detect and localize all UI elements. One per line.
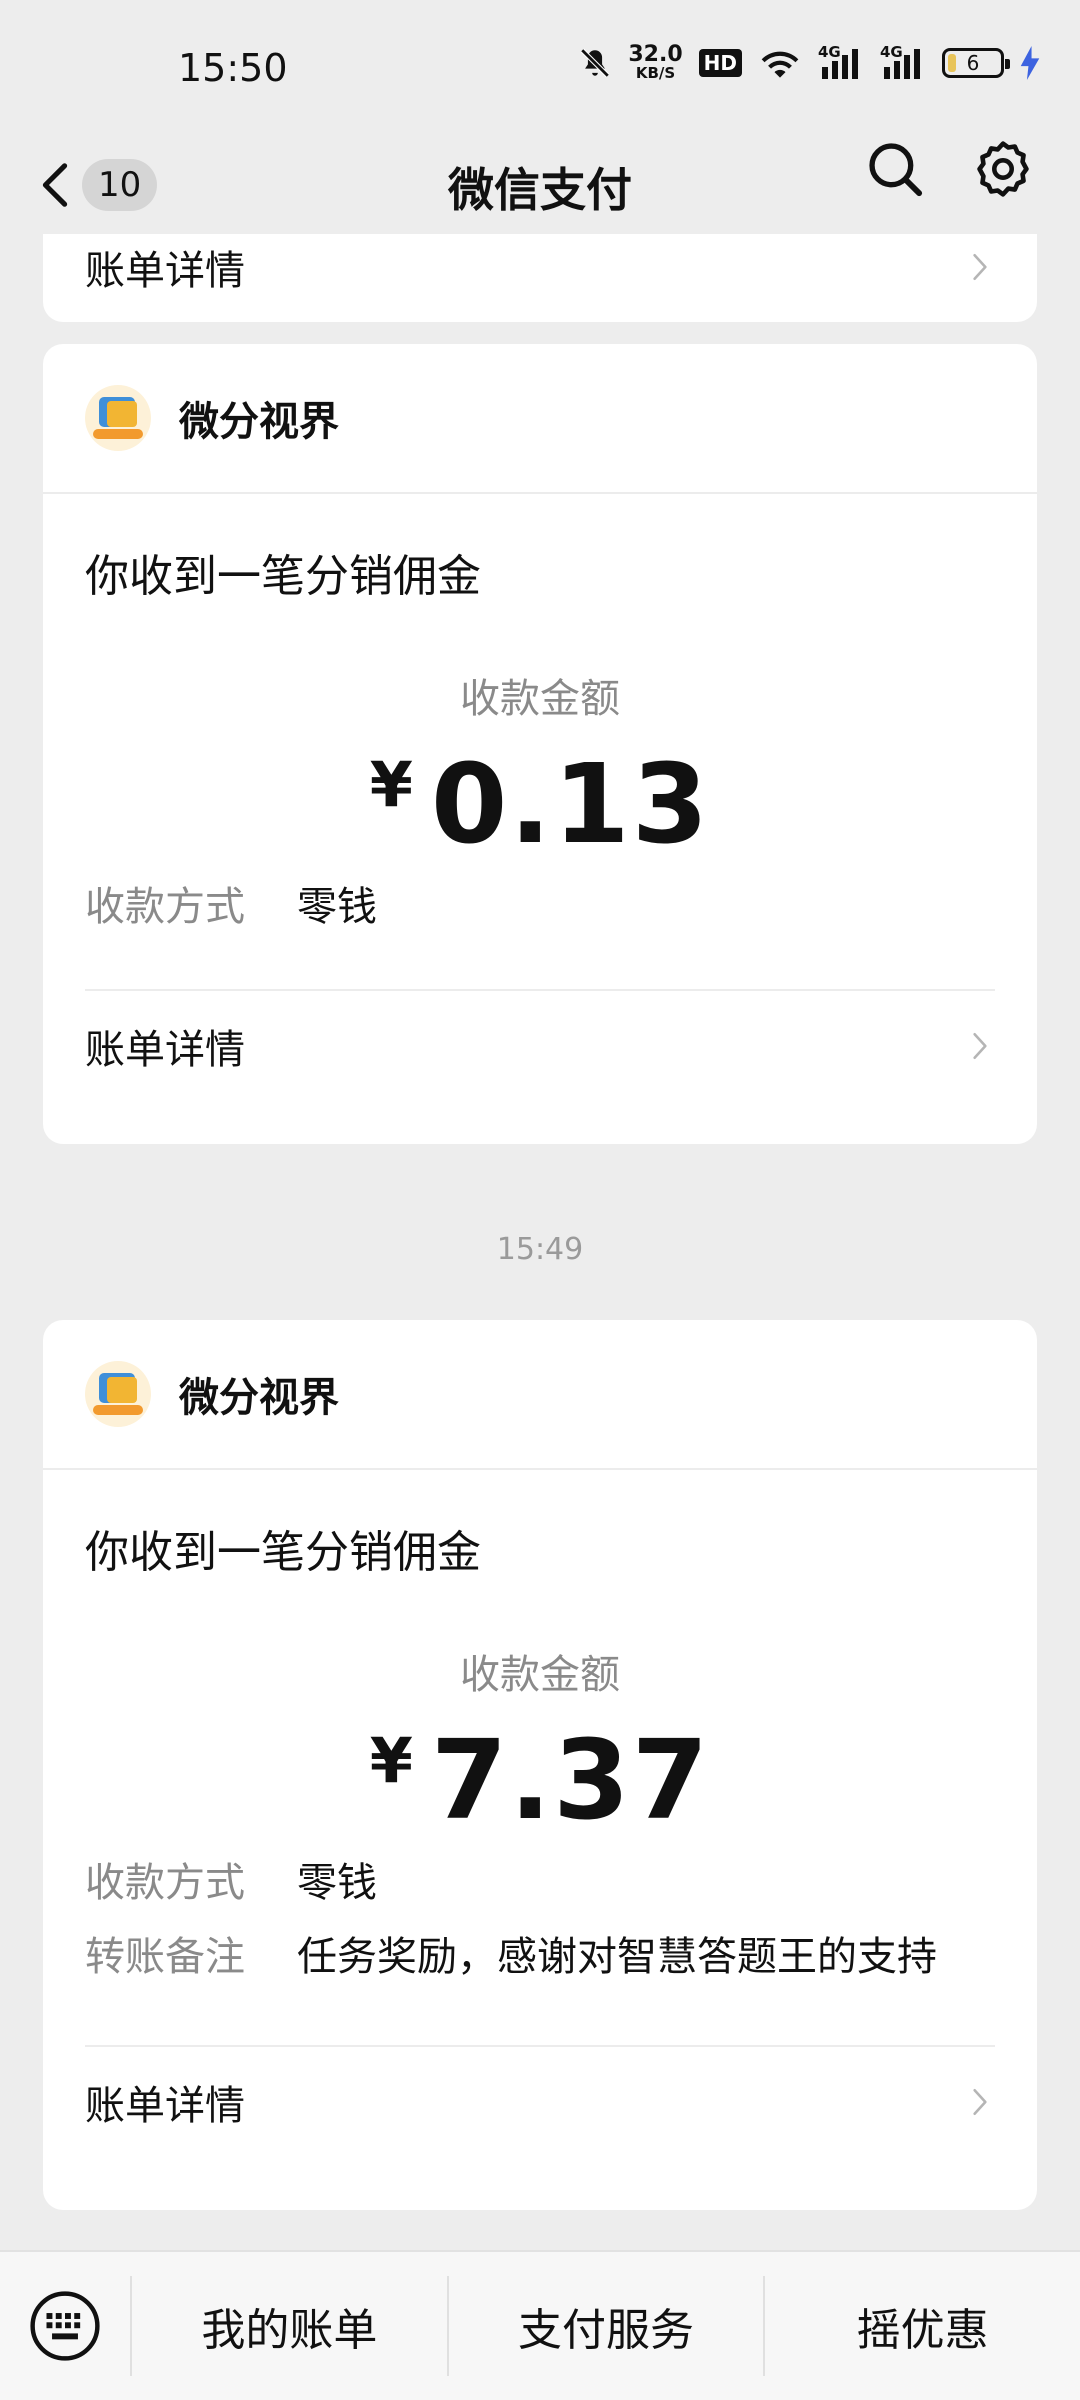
bill-detail-label: 账单详情 (85, 1027, 245, 1073)
hd-badge: HD (698, 48, 742, 77)
previous-message-card: 账单详情 (43, 234, 1037, 322)
signal-icon-2: 4G (880, 43, 926, 81)
net-speed: 32.0 KB/S (628, 44, 682, 81)
merchant-name: 微分视界 (179, 399, 339, 445)
mute-icon (580, 47, 610, 78)
card-header[interactable]: 微分视界 (43, 1320, 1037, 1470)
menu-shake-discounts[interactable]: 摇优惠 (763, 2276, 1080, 2376)
chevron-right-icon (973, 1032, 987, 1060)
charging-icon (1020, 45, 1040, 80)
keyboard-toggle-button[interactable] (0, 2289, 130, 2363)
transfer-note-value: 任务奖励，感谢对智慧答题王的支持 (297, 1934, 937, 1980)
amount-value: 0.13 (430, 740, 711, 868)
bill-detail-label: 账单详情 (85, 248, 245, 294)
payment-method-row: 收款方式 零钱 (85, 1853, 995, 1913)
amount: ¥0.13 (85, 744, 995, 865)
keyboard-icon (30, 2291, 100, 2361)
merchant-logo (85, 385, 151, 451)
payment-method-value: 零钱 (297, 1860, 377, 1906)
chevron-right-icon (973, 2088, 987, 2116)
message-title: 你收到一笔分销佣金 (85, 1527, 481, 1578)
net-speed-value: 32.0 (628, 42, 683, 67)
battery-level: 6 (966, 50, 980, 75)
status-icons: 32.0 KB/S HD 4G 4G 6 (578, 43, 1040, 81)
bill-detail-row[interactable]: 账单详情 (85, 991, 995, 1101)
bill-detail-row[interactable]: 账单详情 (85, 234, 995, 300)
net-speed-unit: KB/S (635, 64, 676, 82)
amount-label: 收款金额 (460, 1652, 620, 1698)
status-time: 15:50 (178, 46, 288, 90)
amount-label: 收款金额 (460, 676, 620, 722)
currency-symbol: ¥ (369, 1724, 415, 1797)
wifi-icon (761, 51, 799, 78)
bill-detail-row[interactable]: 账单详情 (85, 2047, 995, 2157)
merchant-logo (85, 1361, 151, 1427)
card-header[interactable]: 微分视界 (43, 344, 1037, 494)
transfer-note-row: 转账备注 任务奖励，感谢对智慧答题王的支持 (85, 1927, 995, 1987)
search-icon[interactable] (866, 140, 924, 198)
amount: ¥7.37 (85, 1720, 995, 1841)
payment-method-row: 收款方式 零钱 (85, 877, 995, 937)
merchant-name: 微分视界 (179, 1375, 339, 1421)
menu-payment-services[interactable]: 支付服务 (446, 2276, 764, 2376)
message-timestamp: 15:49 (496, 1232, 584, 1267)
battery-icon: 6 (942, 47, 1010, 78)
status-bar: 15:50 32.0 KB/S HD 4G 4G 6 (0, 0, 1080, 130)
amount-value: 7.37 (430, 1716, 711, 1844)
currency-symbol: ¥ (369, 748, 415, 821)
message-title: 你收到一笔分销佣金 (85, 551, 481, 602)
signal-icon: 4G (818, 43, 864, 81)
payment-message-card: 微分视界 你收到一笔分销佣金 收款金额 ¥7.37 收款方式 零钱 转账备注 任… (43, 1320, 1037, 2210)
payment-method-label: 收款方式 (85, 884, 245, 930)
transfer-note-label: 转账备注 (85, 1934, 245, 1980)
payment-message-card: 微分视界 你收到一笔分销佣金 收款金额 ¥0.13 收款方式 零钱 账单详情 (43, 344, 1037, 1144)
menu-my-bills[interactable]: 我的账单 (130, 2276, 447, 2376)
chevron-right-icon (973, 253, 987, 281)
payment-method-label: 收款方式 (85, 1860, 245, 1906)
bill-detail-label: 账单详情 (85, 2083, 245, 2129)
payment-method-value: 零钱 (297, 884, 377, 930)
settings-icon[interactable] (974, 140, 1032, 198)
bottom-menu-bar: 我的账单 支付服务 摇优惠 (0, 2250, 1080, 2400)
